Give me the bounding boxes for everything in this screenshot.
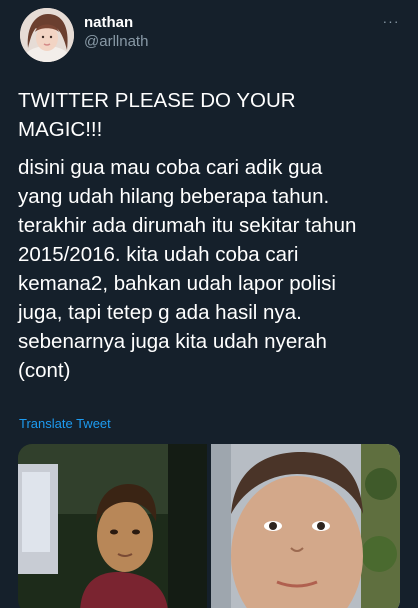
- user-handle[interactable]: @arllnath: [84, 32, 148, 52]
- tweet: nathan @arllnath ··· TWITTER PLEASE DO Y…: [0, 0, 418, 608]
- tweet-text: TWITTER PLEASE DO YOUR MAGIC!!! disini g…: [18, 86, 403, 394]
- tweet-media: [18, 444, 400, 608]
- tweet-paragraph-1: TWITTER PLEASE DO YOUR MAGIC!!!: [18, 89, 296, 141]
- translate-tweet-link[interactable]: Translate Tweet: [19, 416, 111, 432]
- photo-1[interactable]: [18, 444, 207, 608]
- more-dots-icon[interactable]: ···: [380, 14, 402, 28]
- display-name[interactable]: nathan: [84, 14, 148, 32]
- tweet-paragraph-2: disini gua mau coba cari adik gua yang u…: [18, 156, 357, 382]
- tweet-header: nathan @arllnath ···: [20, 8, 402, 64]
- user-names: nathan @arllnath: [84, 14, 148, 52]
- avatar[interactable]: [20, 8, 74, 62]
- photo-2[interactable]: [211, 444, 400, 608]
